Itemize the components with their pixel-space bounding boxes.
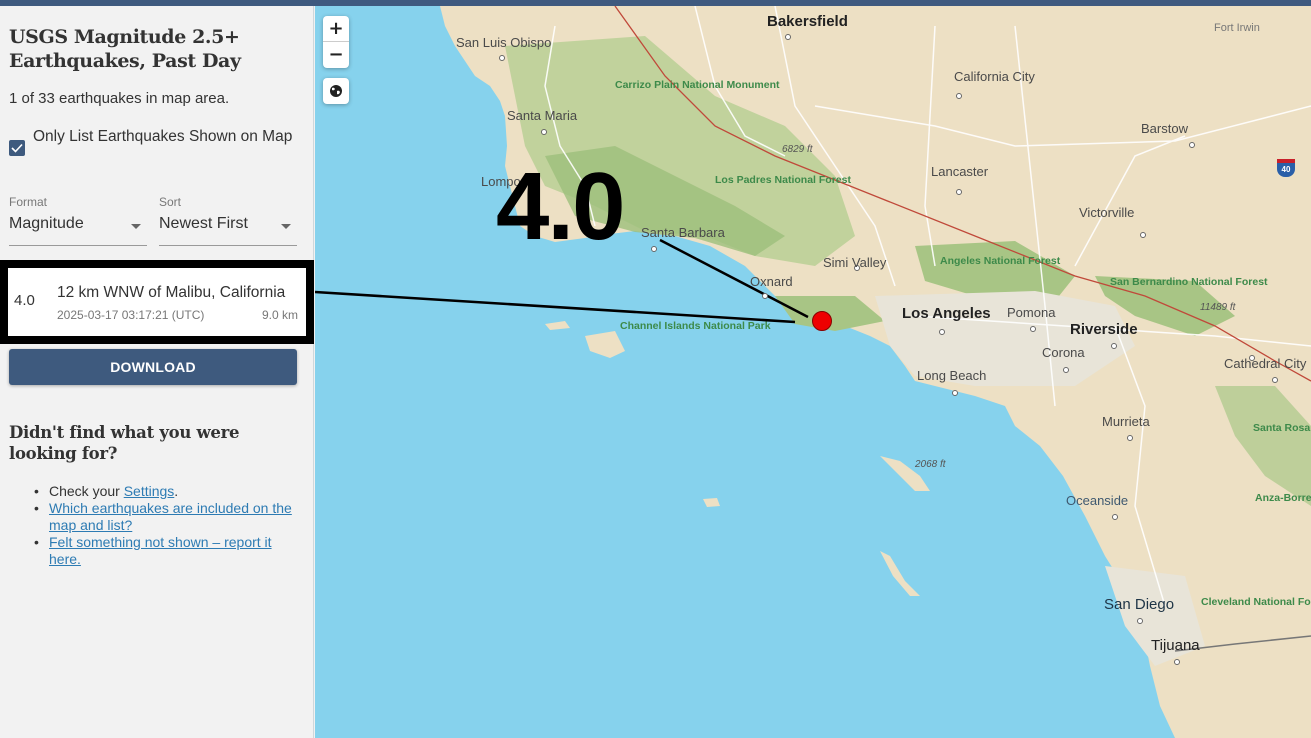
map-label-murrieta: Murrieta [1102, 414, 1150, 429]
format-value: Magnitude [9, 215, 84, 232]
map-label-anza-borrego: Anza-Borrego Desert Wilderness [1255, 492, 1311, 504]
sort-select[interactable]: Newest First [159, 213, 297, 246]
map-label-santa-rosa: Santa Rosa and San Jacinto Mountains Nat… [1253, 422, 1311, 434]
island [703, 498, 720, 507]
help-item-included: Which earthquakes are included on the ma… [34, 500, 299, 534]
map[interactable]: Bakersfield San Luis Obispo Fort Irwin C… [315, 6, 1311, 738]
earthquake-place: 12 km WNW of Malibu, California [57, 284, 286, 301]
sidebar: USGS Magnitude 2.5+ Earthquakes, Past Da… [0, 6, 314, 738]
map-basemap [315, 6, 1311, 738]
map-label-los-angeles: Los Angeles [902, 305, 991, 322]
chevron-down-icon [131, 224, 141, 229]
map-label-lancaster: Lancaster [931, 164, 989, 179]
map-label-victorville: Victorville [1079, 205, 1135, 220]
map-label-bakersfield: Bakersfield [767, 13, 848, 30]
map-label-peak-11489: 11489 ft [1200, 302, 1236, 313]
map-label-oceanside: Oceanside [1066, 493, 1129, 508]
earthquake-magnitude: 4.0 [14, 292, 35, 309]
help-item-report: Felt something not shown – report it her… [34, 534, 299, 568]
format-select[interactable]: Magnitude [9, 213, 147, 246]
map-label-san-diego: San Diego [1104, 596, 1175, 613]
map-label-cleveland-nf: Cleveland National Forest [1201, 596, 1311, 608]
map-label-san-bernardino-nf: San Bernardino National Forest [1110, 276, 1268, 288]
map-label-long-beach: Long Beach [917, 368, 987, 383]
earthquake-count: 1 of 33 earthquakes in map area. [9, 90, 230, 107]
map-label-angeles-nf: Angeles National Forest [940, 255, 1061, 267]
earthquake-depth: 9.0 km [261, 308, 298, 322]
map-label-san-luis-obispo: San Luis Obispo [456, 35, 552, 50]
island [545, 321, 570, 330]
map-label-cathedral-city: Cathedral City [1224, 356, 1307, 371]
map-label-riverside: Riverside [1070, 321, 1138, 338]
annotation-line [315, 290, 796, 324]
help-item-settings: Check your Settings. [34, 483, 299, 500]
sort-label: Sort [159, 195, 182, 209]
help-title: Didn't find what you were looking for? [9, 423, 240, 463]
zoom-control: + − [323, 16, 349, 68]
map-label-oxnard: Oxnard [750, 274, 793, 289]
chevron-down-icon [281, 224, 291, 229]
only-list-shown-checkbox[interactable] [9, 140, 25, 156]
download-button[interactable]: DOWNLOAD [9, 349, 297, 385]
interstate-40-shield-icon: 40 [1277, 159, 1295, 177]
map-label-santa-barbara: Santa Barbara [641, 225, 725, 240]
map-label-carrizo: Carrizo Plain National Monument [615, 79, 780, 91]
map-label-corona: Corona [1042, 345, 1085, 360]
island [880, 551, 920, 596]
zoom-in-button[interactable]: + [323, 16, 349, 42]
earthquake-list-item[interactable]: 4.0 12 km WNW of Malibu, California 2025… [0, 260, 314, 344]
map-label-los-padres: Los Padres National Forest [715, 174, 851, 186]
help-list: Check your Settings. Which earthquakes a… [34, 483, 299, 568]
basemap-button[interactable] [323, 78, 349, 104]
help-text: . [174, 483, 179, 499]
island [585, 331, 625, 358]
map-label-santa-maria: Santa Maria [507, 108, 578, 123]
map-label-channel-islands: Channel Islands National Park [620, 320, 771, 332]
map-label-fort-irwin: Fort Irwin [1214, 22, 1260, 34]
sort-value: Newest First [159, 215, 248, 232]
help-text: Check your [49, 483, 124, 499]
settings-link[interactable]: Settings [124, 483, 175, 499]
map-label-barstow: Barstow [1141, 121, 1188, 136]
earthquake-marker[interactable] [812, 311, 832, 331]
map-label-simi-valley: Simi Valley [823, 255, 887, 270]
page-title: USGS Magnitude 2.5+ Earthquakes, Past Da… [9, 26, 241, 72]
map-label-tijuana: Tijuana [1151, 637, 1200, 654]
map-label-peak-6829: 6829 ft [782, 144, 813, 155]
report-felt-link[interactable]: Felt something not shown – report it her… [49, 534, 272, 567]
only-list-shown-label[interactable]: Only List Earthquakes Shown on Map [33, 125, 293, 149]
earthquake-time: 2025-03-17 03:17:21 (UTC) [57, 308, 205, 322]
magnitude-annotation: 4.0 [496, 153, 625, 260]
map-label-peak-2068: 2068 ft [915, 459, 946, 470]
top-bar [0, 0, 1311, 6]
map-label-california-city: California City [954, 69, 1035, 84]
checkmark-icon [11, 143, 23, 153]
which-earthquakes-link[interactable]: Which earthquakes are included on the ma… [49, 500, 292, 533]
map-label-pomona: Pomona [1007, 305, 1056, 320]
format-label: Format [9, 195, 48, 209]
globe-icon [330, 85, 342, 97]
zoom-out-button[interactable]: − [323, 42, 349, 68]
